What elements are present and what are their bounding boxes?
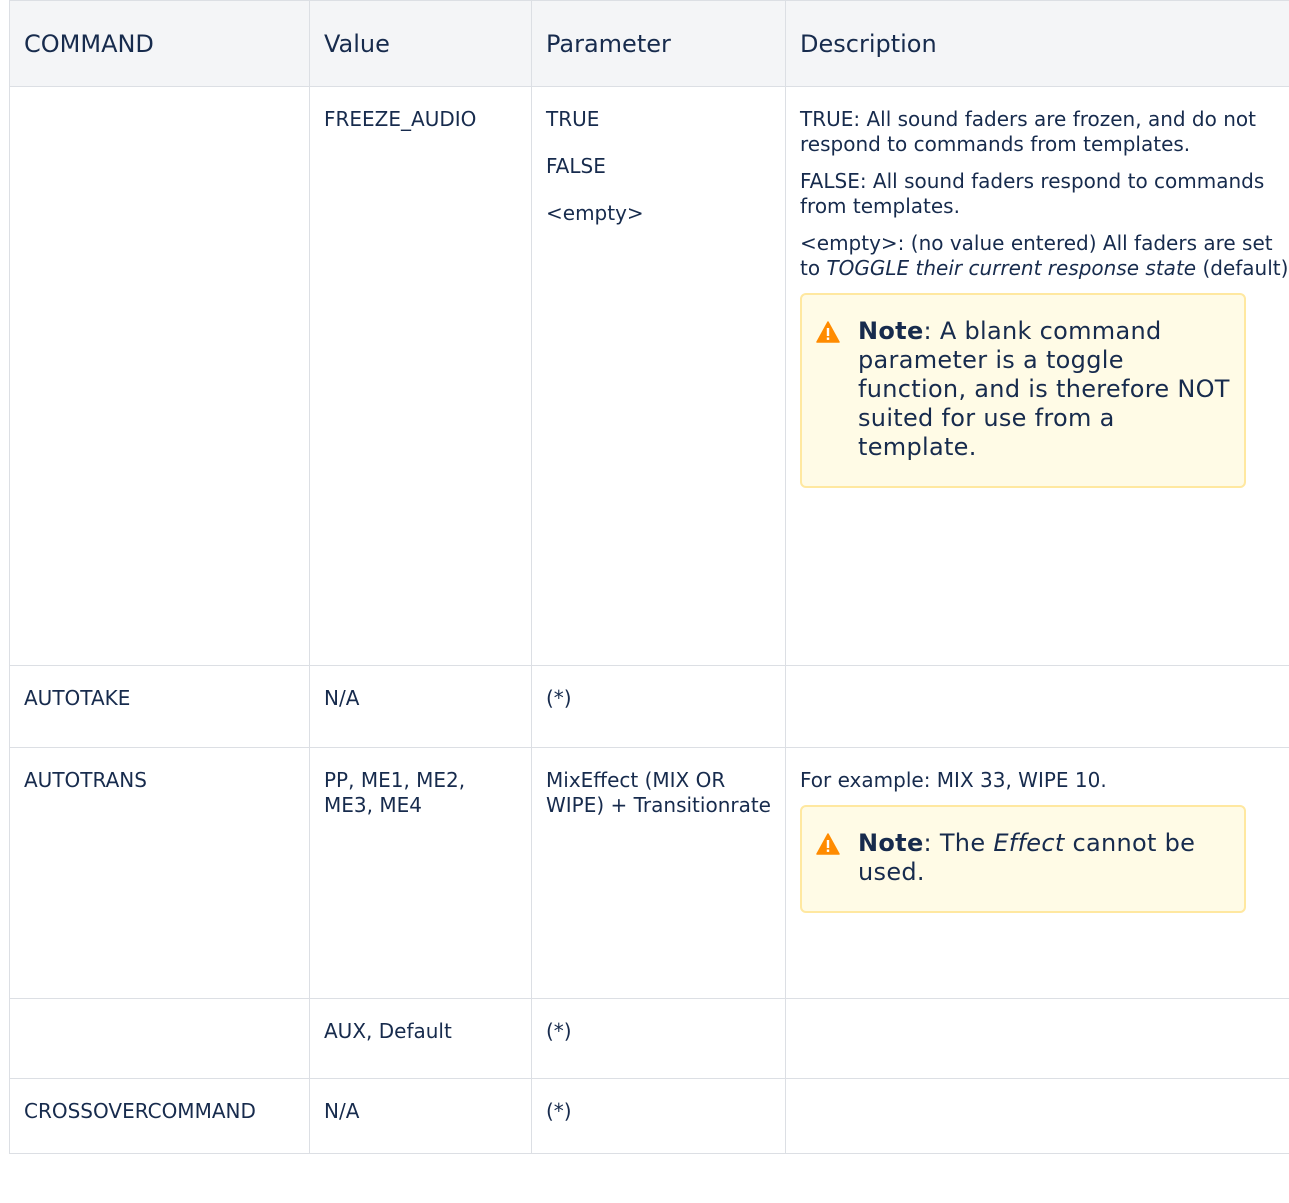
parameter-option: FALSE [546, 154, 606, 178]
description-text: For example: MIX 33, WIPE 10. [800, 768, 1107, 792]
header-value: Value [309, 0, 532, 87]
value-cell: PP, ME1, ME2, ME3, ME4 [309, 747, 532, 999]
note-panel: Note: The Effect cannot be used. [800, 805, 1246, 913]
parameter-option: <empty> [546, 201, 644, 225]
command-cell: AUTOTRANS [9, 747, 310, 999]
command-cell [9, 998, 310, 1079]
warning-icon [816, 321, 840, 343]
note-text: Note: A blank command parameter is a tog… [858, 317, 1230, 461]
description-text: FALSE: All sound faders respond to comma… [800, 169, 1265, 218]
table-row: AUTOTAKE N/A (*) [9, 665, 1289, 748]
description-cell: TRUE: All sound faders are frozen, and d… [785, 86, 1289, 666]
header-parameter: Parameter [531, 0, 786, 87]
note-panel: Note: A blank command parameter is a tog… [800, 293, 1246, 488]
parameter-cell: MixEffect (MIX OR WIPE) + Transitionrate [531, 747, 786, 999]
value-cell: AUX, Default [309, 998, 532, 1079]
command-cell: AUTOTAKE [9, 665, 310, 748]
description-cell [785, 1078, 1289, 1154]
header-command: COMMAND [9, 0, 310, 87]
table-row: CROSSOVERCOMMAND N/A (*) [9, 1078, 1289, 1154]
command-cell: CROSSOVERCOMMAND [9, 1078, 310, 1154]
warning-icon [816, 833, 840, 855]
table-row: AUTOTRANS PP, ME1, ME2, ME3, ME4 MixEffe… [9, 747, 1289, 999]
description-cell [785, 665, 1289, 748]
table-row: AUX, Default (*) [9, 998, 1289, 1079]
table-header-row: COMMAND Value Parameter Description [9, 0, 1289, 87]
description-text: <empty>: (no value entered) All faders a… [800, 231, 1289, 280]
parameter-option: TRUE [546, 107, 600, 131]
note-text: Note: The Effect cannot be used. [858, 829, 1196, 886]
table-row: FREEZE_AUDIO TRUE FALSE <empty> TRUE: Al… [9, 86, 1289, 666]
header-description: Description [785, 0, 1289, 87]
value-cell: N/A [309, 665, 532, 748]
description-text: TRUE: All sound faders are frozen, and d… [800, 107, 1256, 156]
command-table: COMMAND Value Parameter Description FREE… [9, 0, 1289, 1154]
parameter-cell: (*) [531, 998, 786, 1079]
parameter-cell: (*) [531, 1078, 786, 1154]
description-cell: For example: MIX 33, WIPE 10. Note: The … [785, 747, 1289, 999]
description-cell [785, 998, 1289, 1079]
parameter-cell: (*) [531, 665, 786, 748]
parameter-cell: TRUE FALSE <empty> [531, 86, 786, 666]
value-cell: N/A [309, 1078, 532, 1154]
value-cell: FREEZE_AUDIO [309, 86, 532, 666]
command-cell [9, 86, 310, 666]
